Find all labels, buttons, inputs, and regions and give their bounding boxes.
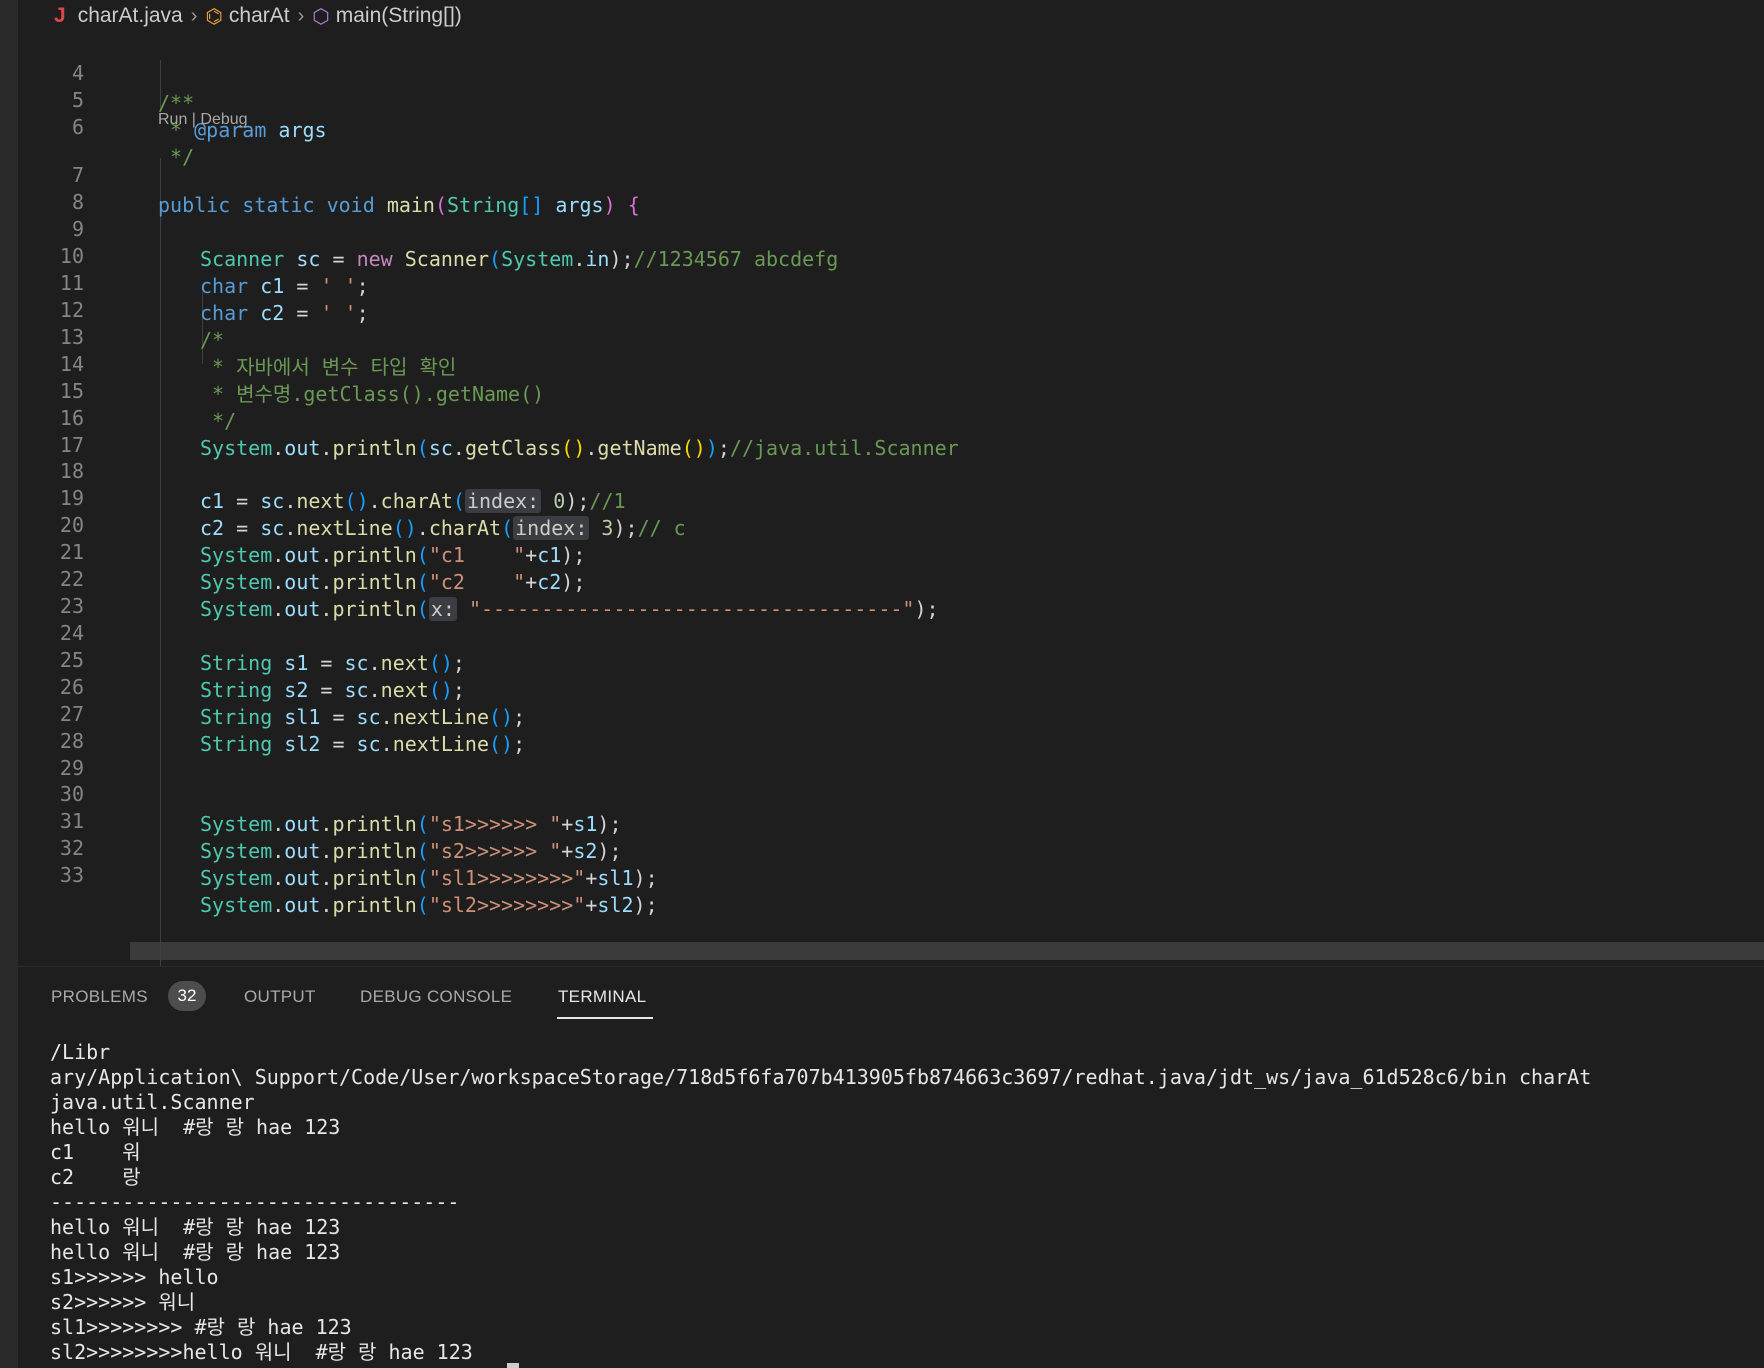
code-line: 9 Scanner sc = new Scanner(System.in);//… (18, 184, 1764, 271)
code-line: 22 System.out.println(x: "--------------… (18, 534, 1764, 621)
method-cube-icon: ⬡ (312, 5, 330, 28)
code-line: 19 c2 = sc.nextLine().charAt(index: 3);/… (18, 453, 1764, 540)
breadcrumb-class[interactable]: charAt (229, 4, 290, 28)
terminal-line: sl2>>>>>>>>hello 워니 #랑 랑 hae 123 (50, 1340, 473, 1364)
token: System (200, 893, 273, 917)
token: out (284, 866, 321, 890)
terminal-line: s2>>>>>> 워니 (50, 1290, 196, 1314)
code-line: 28 (18, 696, 1764, 753)
panel-tab-bar: PROBLEMS 32 OUTPUT DEBUG CONSOLE TERMINA… (18, 967, 1764, 1027)
token: sl2 (597, 893, 634, 917)
code-line: 20 System.out.println("c1 "+c1); (18, 480, 1764, 567)
code-editor[interactable]: 4 /** 5 * @param args 6 */ Run | Debug 7… (18, 32, 1764, 966)
token: ( (416, 893, 429, 917)
code-line: 18 c1 = sc.next().charAt(index: 0);//1 (18, 426, 1764, 513)
code-line: 26 String sl1 = sc.nextLine(); (18, 642, 1764, 729)
activity-strip (0, 0, 18, 1368)
line-number: 33 (59, 863, 84, 887)
breadcrumb: J charAt.java › ⌬ charAt › ⬡ main(String… (18, 0, 1764, 32)
code-line: 27 String sl2 = sc.nextLine(); (18, 669, 1764, 756)
breadcrumb-file[interactable]: charAt.java (78, 4, 183, 28)
token: + (585, 893, 598, 917)
code-line: 31 System.out.println("s2>>>>>> "+s2); (18, 776, 1764, 863)
terminal-line: hello 워니 #랑 랑 hae 123 (50, 1115, 341, 1139)
code-line: 21 System.out.println("c2 "+c2); (18, 507, 1764, 594)
code-line: 32 System.out.println("sl1>>>>>>>>"+sl1)… (18, 803, 1764, 890)
terminal-line: ary/Application\ Support/Code/User/works… (50, 1065, 1592, 1089)
token: out (284, 893, 321, 917)
tab-debug-console[interactable]: DEBUG CONSOLE (360, 987, 512, 1007)
code-line: 30 System.out.println("s1>>>>>> "+s1); (18, 749, 1764, 836)
class-icon: ⌬ (205, 5, 223, 28)
terminal-cursor (507, 1363, 519, 1368)
code-line: 23 (18, 561, 1764, 618)
chevron-right-icon: › (297, 4, 305, 27)
token: ( (416, 866, 429, 890)
code-line: 7 public static void main(String[] args)… (18, 130, 1764, 217)
terminal-line: hello 워니 #랑 랑 hae 123 (50, 1240, 341, 1264)
tab-output[interactable]: OUTPUT (244, 987, 316, 1007)
horizontal-scrollbar[interactable] (130, 942, 1764, 960)
token: sl1 (597, 866, 634, 890)
code-text: System.out.println("sl2>>>>>>>>"+sl2); (200, 890, 658, 920)
terminal-line: hello 워니 #랑 랑 hae 123 (50, 1215, 341, 1239)
terminal-line: sl1>>>>>>>> #랑 랑 hae 123 (50, 1315, 352, 1339)
code-line: 33 System.out.println("sl2>>>>>>>>"+sl2)… (18, 830, 1764, 917)
token: ); (633, 893, 658, 917)
terminal-line: java.util.Scanner (50, 1090, 255, 1114)
code-line: 25 String s2 = sc.next(); (18, 615, 1764, 702)
active-tab-indicator (557, 1017, 653, 1019)
code-line: 5 * @param args (18, 55, 1764, 142)
token: "sl1>>>>>>>>" (428, 866, 586, 890)
terminal-line: c2 랑 (50, 1165, 141, 1189)
token: . (320, 866, 333, 890)
code-line: 6 */ (18, 82, 1764, 169)
token: println (332, 866, 417, 890)
terminal-line: c1 워 (50, 1140, 141, 1164)
terminal-line: s1>>>>>> hello (50, 1265, 219, 1289)
code-line: 8 (18, 157, 1764, 214)
token: . (272, 866, 285, 890)
tab-terminal[interactable]: TERMINAL (558, 987, 646, 1007)
code-line: 10 char c1 = ' '; (18, 211, 1764, 298)
chevron-right-icon: › (190, 4, 198, 27)
token: . (272, 893, 285, 917)
tab-problems[interactable]: PROBLEMS (51, 987, 148, 1007)
problems-count-badge: 32 (168, 981, 206, 1011)
java-file-icon: J (54, 4, 66, 27)
code-line: 15 */ (18, 346, 1764, 433)
token: System (200, 866, 273, 890)
code-line: 13 * 자바에서 변수 타입 확인 (18, 292, 1764, 379)
breadcrumb-method[interactable]: main(String[]) (336, 4, 462, 28)
code-line: 11 char c2 = ' '; (18, 238, 1764, 325)
code-line: 12 /* (18, 265, 1764, 352)
code-line: 16 System.out.println(sc.getClass().getN… (18, 373, 1764, 460)
token: . (320, 893, 333, 917)
terminal-output[interactable]: /Libr ary/Application\ Support/Code/User… (50, 1040, 1750, 1365)
terminal-line: ---------------------------------- (50, 1190, 460, 1214)
code-line: 14 * 변수명.getClass().getName() (18, 319, 1764, 406)
token: ); (633, 866, 658, 890)
token: "sl2>>>>>>>>" (428, 893, 586, 917)
codelens-run-debug[interactable]: Run | Debug (158, 108, 248, 132)
token: println (332, 893, 417, 917)
terminal-line: /Libr (50, 1040, 111, 1064)
code-text: System.out.println("sl1>>>>>>>>"+sl1); (200, 863, 658, 893)
code-line: 24 String s1 = sc.next(); (18, 588, 1764, 675)
token: + (585, 866, 598, 890)
